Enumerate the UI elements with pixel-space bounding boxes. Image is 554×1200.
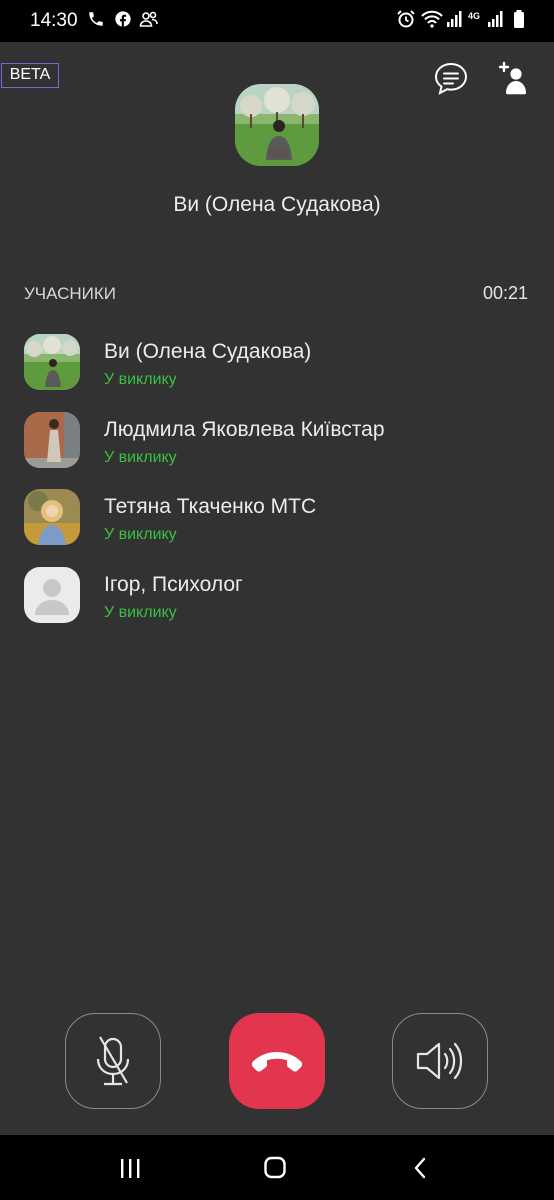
wifi-icon bbox=[421, 10, 443, 28]
signal-icon bbox=[488, 11, 503, 27]
list-item[interactable]: Тетяна Ткаченко МТС У виклику bbox=[0, 489, 554, 567]
caller-avatar bbox=[235, 84, 319, 166]
participant-name: Тетяна Ткаченко МТС bbox=[104, 495, 317, 518]
phone-icon bbox=[89, 12, 103, 26]
participant-name: Ви (Олена Судакова) bbox=[104, 340, 312, 363]
back-icon bbox=[414, 1157, 426, 1179]
participant-status: У виклику bbox=[104, 603, 177, 621]
people-icon bbox=[139, 11, 158, 27]
participant-name: Ігор, Психолог bbox=[104, 572, 243, 596]
avatar bbox=[24, 334, 80, 390]
recent-apps-button[interactable] bbox=[90, 1135, 170, 1200]
home-button[interactable] bbox=[235, 1135, 315, 1200]
list-item[interactable]: Ігор, Психолог У виклику bbox=[0, 566, 554, 645]
add-participant-icon bbox=[498, 61, 526, 95]
back-button[interactable] bbox=[380, 1135, 460, 1200]
chat-button[interactable] bbox=[431, 59, 471, 99]
end-call-icon bbox=[251, 1052, 303, 1072]
avatar bbox=[24, 411, 80, 468]
participants-heading: УЧАСНИКИ bbox=[24, 284, 116, 303]
participant-status: У виклику bbox=[104, 371, 177, 388]
navigation-bar bbox=[0, 1135, 554, 1200]
default-avatar-icon bbox=[24, 566, 80, 623]
caller-name: Ви (Олена Судакова) bbox=[173, 193, 381, 216]
signal-icon bbox=[447, 11, 462, 27]
list-item[interactable]: Ви (Олена Судакова) У виклику bbox=[0, 334, 554, 412]
home-icon bbox=[264, 1156, 286, 1179]
chat-bubble-icon bbox=[434, 62, 468, 95]
end-call-button[interactable] bbox=[229, 1013, 325, 1109]
call-duration: 00:21 bbox=[482, 283, 528, 303]
network-type-label: 4G bbox=[468, 11, 481, 21]
participant-status: У виклику bbox=[104, 448, 177, 466]
status-time: 14:30 bbox=[30, 10, 78, 31]
alarm-icon bbox=[397, 10, 415, 28]
mute-button[interactable] bbox=[65, 1013, 161, 1109]
speaker-button[interactable] bbox=[392, 1013, 488, 1109]
participant-status: У виклику bbox=[104, 526, 177, 543]
add-participant-button[interactable] bbox=[496, 59, 536, 99]
battery-icon bbox=[514, 10, 524, 28]
call-screen: 14:30 4G BETA Ви (Олена Судакова) УЧАСНИ… bbox=[0, 0, 554, 1200]
beta-badge: BETA bbox=[1, 63, 59, 88]
microphone-off-icon bbox=[96, 1035, 129, 1085]
participant-name: Людмила Яковлева Київстар bbox=[104, 417, 385, 441]
speaker-icon bbox=[416, 1042, 462, 1079]
recent-apps-icon bbox=[121, 1159, 140, 1178]
avatar bbox=[24, 489, 80, 545]
participants-list: Ви (Олена Судакова) У виклику Людмила Як… bbox=[0, 334, 554, 644]
list-item[interactable]: Людмила Яковлева Київстар У виклику bbox=[0, 411, 554, 490]
status-bar: 14:30 4G bbox=[0, 0, 554, 42]
facebook-icon bbox=[115, 11, 131, 27]
